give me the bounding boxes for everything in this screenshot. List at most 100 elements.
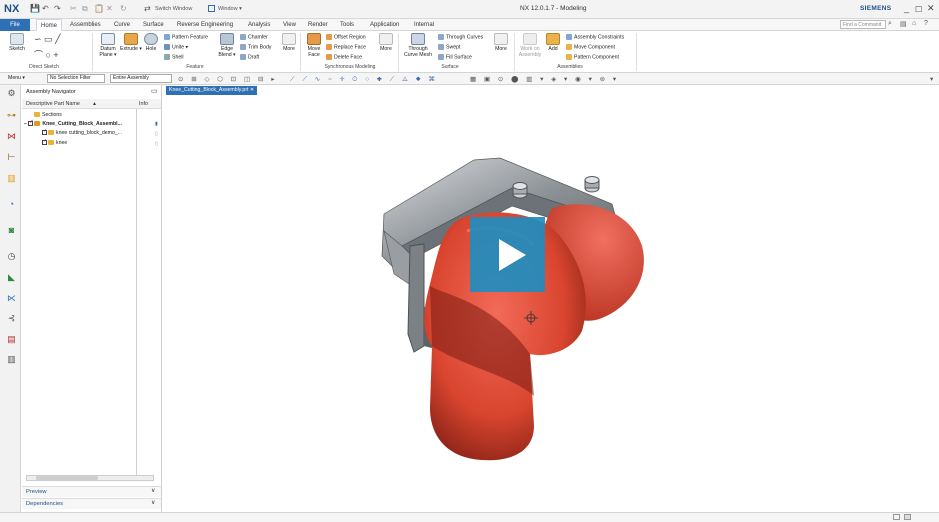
- work-on-assembly-button[interactable]: Work on Assembly: [517, 33, 543, 58]
- ribbon-options-icon[interactable]: ▤: [900, 20, 907, 28]
- tab-home[interactable]: Home: [36, 19, 63, 31]
- view-tool-icons[interactable]: ▦ ▣ ⊙ ⬤ ▥ ▾ ◈ ▾ ◉ ▾ ⊚ ▾: [470, 75, 619, 83]
- pattern-component-button[interactable]: Pattern Component: [566, 54, 619, 60]
- checkbox[interactable]: [42, 128, 47, 136]
- process-studio-icon[interactable]: ⋉: [6, 293, 17, 304]
- delete-face-button[interactable]: Delete Face: [326, 54, 362, 60]
- window-menu[interactable]: Window ▾: [218, 6, 242, 12]
- tab-internal[interactable]: Internal: [410, 19, 438, 31]
- column-info[interactable]: Info: [139, 101, 148, 107]
- roles-icon[interactable]: ▤: [6, 334, 17, 345]
- part-navigator-icon[interactable]: ⊢: [6, 152, 17, 163]
- reuse-library-icon[interactable]: ▥: [6, 173, 17, 184]
- hole-button[interactable]: Hole: [142, 33, 160, 52]
- shell-button[interactable]: Shell: [164, 54, 184, 60]
- layout-icon[interactable]: [904, 514, 911, 520]
- menu-button[interactable]: Menu ▾: [8, 75, 25, 81]
- switch-window-icon[interactable]: ⇄: [144, 4, 151, 13]
- dependencies-section[interactable]: Dependencies: [22, 498, 161, 509]
- feature-more-button[interactable]: More: [280, 33, 298, 52]
- tab-reverse-engineering[interactable]: Reverse Engineering: [173, 19, 237, 31]
- checkbox[interactable]: [42, 138, 47, 146]
- redo-icon[interactable]: ↷: [54, 4, 61, 13]
- assembly-navigator-icon[interactable]: ⊶: [6, 110, 17, 121]
- extrude-button[interactable]: Extrude ▾: [120, 33, 142, 52]
- assembly-scope-select[interactable]: Entire Assembly: [110, 74, 172, 83]
- replace-face-button[interactable]: Replace Face: [326, 44, 366, 50]
- tab-tools[interactable]: Tools: [336, 19, 358, 31]
- system-materials-icon[interactable]: ◣: [6, 272, 17, 283]
- move-component-button[interactable]: Move Component: [566, 44, 615, 50]
- sort-ascending-icon[interactable]: ▲: [92, 101, 97, 107]
- tab-surface[interactable]: Surface: [139, 19, 168, 31]
- sync-more-button[interactable]: More: [377, 33, 395, 52]
- fill-surface-button[interactable]: Fill Surface: [438, 54, 472, 60]
- minimize-icon[interactable]: _: [904, 3, 909, 13]
- document-tab[interactable]: Knee_Cutting_Block_Assembly.prt ✕: [166, 86, 258, 95]
- through-curves-button[interactable]: Through Curves: [438, 34, 483, 40]
- tree-item-sections[interactable]: Sections: [34, 112, 62, 118]
- surface-more-button[interactable]: More: [492, 33, 510, 52]
- navigator-window-icon[interactable]: ▭: [151, 87, 158, 95]
- column-descriptive-part-name[interactable]: Descriptive Part Name: [26, 101, 80, 107]
- snap-point-icons[interactable]: ⟋ ⟋ ∿ ∼ ✛ ⊙ ○ ✚ ⟋ ◬ ◆ ⌘: [290, 75, 438, 84]
- settings-icon[interactable]: ⚙: [6, 88, 17, 99]
- trim-body-button[interactable]: Trim Body: [240, 44, 271, 50]
- system-scenes-icon[interactable]: ▥: [6, 354, 17, 365]
- repeat-icon[interactable]: ↻: [120, 4, 127, 13]
- tree-item-assembly[interactable]: − Knee_Cutting_Block_Assembl...: [24, 119, 122, 127]
- collapse-icon[interactable]: −: [24, 121, 27, 127]
- add-component-button[interactable]: Add: [544, 33, 562, 52]
- sketch-button[interactable]: Sketch: [6, 33, 28, 52]
- checkbox[interactable]: [28, 119, 34, 127]
- fullscreen-icon[interactable]: [893, 514, 900, 520]
- pattern-feature-button[interactable]: Pattern Feature: [164, 34, 208, 40]
- delete-icon[interactable]: ✕: [106, 4, 113, 13]
- draft-button[interactable]: Draft: [240, 54, 259, 60]
- command-search-input[interactable]: Find a Command: [840, 20, 886, 29]
- unite-button[interactable]: Unite ▾: [164, 44, 188, 50]
- home-icon[interactable]: ⌂: [912, 20, 916, 27]
- search-icon[interactable]: ⌕: [888, 20, 892, 28]
- scrollbar-thumb[interactable]: [36, 476, 98, 480]
- web-browser-icon[interactable]: ◙: [6, 225, 17, 236]
- maximize-icon[interactable]: ☐: [915, 5, 922, 14]
- graphics-window[interactable]: [162, 96, 939, 512]
- chamfer-button[interactable]: Chamfer: [240, 34, 268, 40]
- datum-plane-button[interactable]: Datum Plane ▾: [96, 33, 120, 58]
- edge-blend-button[interactable]: Edge Blend ▾: [216, 33, 238, 58]
- move-face-button[interactable]: Move Face: [304, 33, 324, 58]
- switch-window-button[interactable]: Switch Window: [155, 6, 192, 12]
- tab-render[interactable]: Render: [304, 19, 332, 31]
- save-icon[interactable]: 💾: [30, 4, 40, 13]
- tab-file[interactable]: File: [0, 19, 30, 31]
- cut-icon[interactable]: ✂: [70, 4, 77, 13]
- assembly-constraints-button[interactable]: Assembly Constraints: [566, 34, 624, 40]
- tab-view[interactable]: View: [279, 19, 300, 31]
- history-icon[interactable]: ◷: [6, 251, 17, 262]
- undo-icon[interactable]: ↶: [42, 4, 49, 13]
- chevron-down-icon[interactable]: ∨: [151, 499, 155, 506]
- constraint-navigator-icon[interactable]: ⋈: [6, 131, 17, 142]
- sketch-curve-icons[interactable]: ∽ ▭ ╱: [34, 34, 60, 45]
- copy-icon[interactable]: ⧉: [82, 4, 88, 14]
- close-icon[interactable]: ✕: [927, 3, 935, 14]
- sketch-shape-icons[interactable]: ⌒ ○ +: [34, 48, 59, 61]
- tab-curve[interactable]: Curve: [110, 19, 134, 31]
- paste-icon[interactable]: 📋: [94, 4, 104, 13]
- tab-application[interactable]: Application: [366, 19, 403, 31]
- tree-item-knee[interactable]: knee: [42, 138, 67, 146]
- manufacturing-wizards-icon[interactable]: ⊰: [6, 313, 17, 324]
- tree-item-cutting-block[interactable]: knee cutting_block_demo_...: [42, 128, 122, 136]
- tab-assemblies[interactable]: Assemblies: [66, 19, 105, 31]
- chevron-down-icon[interactable]: ∨: [151, 487, 155, 494]
- through-curve-mesh-button[interactable]: Through Curve Mesh: [402, 33, 434, 58]
- tab-analysis[interactable]: Analysis: [244, 19, 274, 31]
- selection-filter-select[interactable]: No Selection Filter: [47, 74, 105, 83]
- hd3d-tools-icon[interactable]: ◔: [6, 199, 17, 210]
- offset-region-button[interactable]: Offset Region: [326, 34, 366, 40]
- toolbar-overflow-icon[interactable]: ▾: [930, 75, 933, 83]
- preview-section[interactable]: Preview: [22, 486, 161, 497]
- help-icon[interactable]: ?: [924, 20, 928, 27]
- selection-tool-icons[interactable]: ⊙ ⊞ ◇ ⬡ ⊡ ◫ ⊟ ▸: [178, 75, 278, 83]
